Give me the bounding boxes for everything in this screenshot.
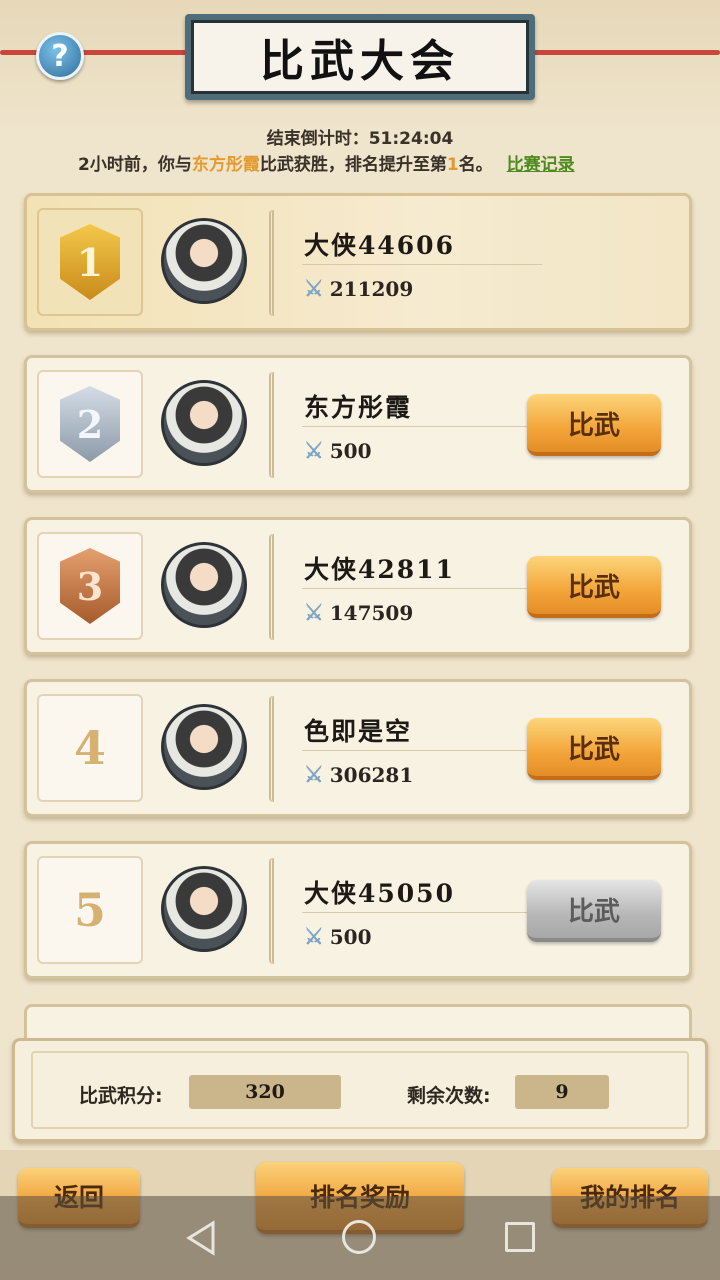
divider xyxy=(302,750,542,751)
ranking-row-4: 4 色即是空 ⚔ 306281 比武 xyxy=(24,679,692,817)
question-icon: ? xyxy=(51,38,69,74)
page-title: 比武大会 xyxy=(191,20,529,94)
avatar[interactable] xyxy=(161,866,247,952)
player-name: 色即是空 xyxy=(304,717,413,746)
notice-prefix: 2小时前，你与 xyxy=(78,155,192,175)
countdown-time: 51:24:04 xyxy=(368,129,454,149)
score-value: 320 xyxy=(189,1075,341,1109)
combat-power-value: 147509 xyxy=(329,601,414,625)
notice-rank: 1 xyxy=(446,155,459,175)
challenge-button[interactable]: 比武 xyxy=(527,394,661,456)
remaining-label: 剩余次数: xyxy=(407,1085,491,1107)
help-button[interactable]: ? xyxy=(36,32,84,80)
crossed-swords-icon: ⚔ xyxy=(304,276,324,302)
remaining-value: 9 xyxy=(515,1075,609,1109)
rank-slot: 3 xyxy=(37,532,143,640)
notice-middle: 比武获胜，排名提升至第 xyxy=(259,155,447,175)
challenge-button[interactable]: 比武 xyxy=(527,556,661,618)
nav-recents-icon[interactable] xyxy=(505,1222,535,1252)
rank-number: 4 xyxy=(73,721,106,775)
player-info: 大侠44606 ⚔ 211209 xyxy=(269,210,677,316)
bronze-medal-icon: 3 xyxy=(60,548,120,624)
nav-home-icon[interactable] xyxy=(342,1220,376,1254)
gold-medal-icon: 1 xyxy=(60,224,120,300)
stats-panel: 比武积分: 320 剩余次数: 9 xyxy=(12,1038,708,1142)
countdown: 结束倒计时：51:24:04 xyxy=(0,124,720,149)
combat-power: ⚔ 306281 xyxy=(304,762,413,788)
stats-inner: 比武积分: 320 剩余次数: 9 xyxy=(31,1051,689,1129)
ranking-row-5: 5 大侠45050 ⚔ 500 比武 xyxy=(24,841,692,979)
player-name: 大侠44606 xyxy=(304,231,455,260)
avatar[interactable] xyxy=(161,542,247,628)
player-name: 大侠42811 xyxy=(304,555,455,584)
combat-power-value: 306281 xyxy=(329,763,414,787)
divider xyxy=(302,588,542,589)
crossed-swords-icon: ⚔ xyxy=(304,438,324,464)
crossed-swords-icon: ⚔ xyxy=(304,762,324,788)
ranking-row-1: 1 大侠44606 ⚔ 211209 xyxy=(24,193,692,331)
combat-power: ⚔ 211209 xyxy=(304,276,413,302)
rope-right xyxy=(530,50,720,55)
ranking-row-3: 3 大侠42811 ⚔ 147509 比武 xyxy=(24,517,692,655)
notice-opponent: 东方彤霞 xyxy=(191,155,260,175)
rank-slot: 5 xyxy=(37,856,143,964)
player-name: 大侠45050 xyxy=(304,879,455,908)
system-nav-bar xyxy=(0,1196,720,1280)
rank-number: 5 xyxy=(73,883,106,937)
notice-suffix: 名。 xyxy=(458,155,493,175)
avatar[interactable] xyxy=(161,380,247,466)
combat-power: ⚔ 147509 xyxy=(304,600,413,626)
divider xyxy=(302,264,542,265)
title-plaque: 比武大会 xyxy=(185,14,535,100)
rank-slot: 4 xyxy=(37,694,143,802)
divider xyxy=(302,426,542,427)
combat-power-value: 500 xyxy=(329,925,372,949)
combat-power-value: 500 xyxy=(329,439,372,463)
challenge-button[interactable]: 比武 xyxy=(527,718,661,780)
rank-slot: 2 xyxy=(37,370,143,478)
crossed-swords-icon: ⚔ xyxy=(304,600,324,626)
challenge-button-disabled[interactable]: 比武 xyxy=(527,880,661,942)
combat-power: ⚔ 500 xyxy=(304,924,371,950)
battle-notice: 2小时前，你与东方彤霞比武获胜，排名提升至第1名。 比赛记录 xyxy=(78,150,678,175)
ranking-row-2: 2 东方彤霞 ⚔ 500 比武 xyxy=(24,355,692,493)
player-name: 东方彤霞 xyxy=(304,393,413,422)
combat-power: ⚔ 500 xyxy=(304,438,371,464)
silver-medal-icon: 2 xyxy=(60,386,120,462)
match-record-link[interactable]: 比赛记录 xyxy=(507,155,575,175)
rope-left xyxy=(0,50,190,55)
score-label: 比武积分: xyxy=(79,1085,163,1107)
rank-slot: 1 xyxy=(37,208,143,316)
combat-power-value: 211209 xyxy=(329,277,414,301)
crossed-swords-icon: ⚔ xyxy=(304,924,324,950)
avatar[interactable] xyxy=(161,218,247,304)
divider xyxy=(302,912,542,913)
avatar[interactable] xyxy=(161,704,247,790)
nav-back-icon[interactable] xyxy=(186,1220,216,1256)
countdown-label: 结束倒计时： xyxy=(266,129,369,149)
